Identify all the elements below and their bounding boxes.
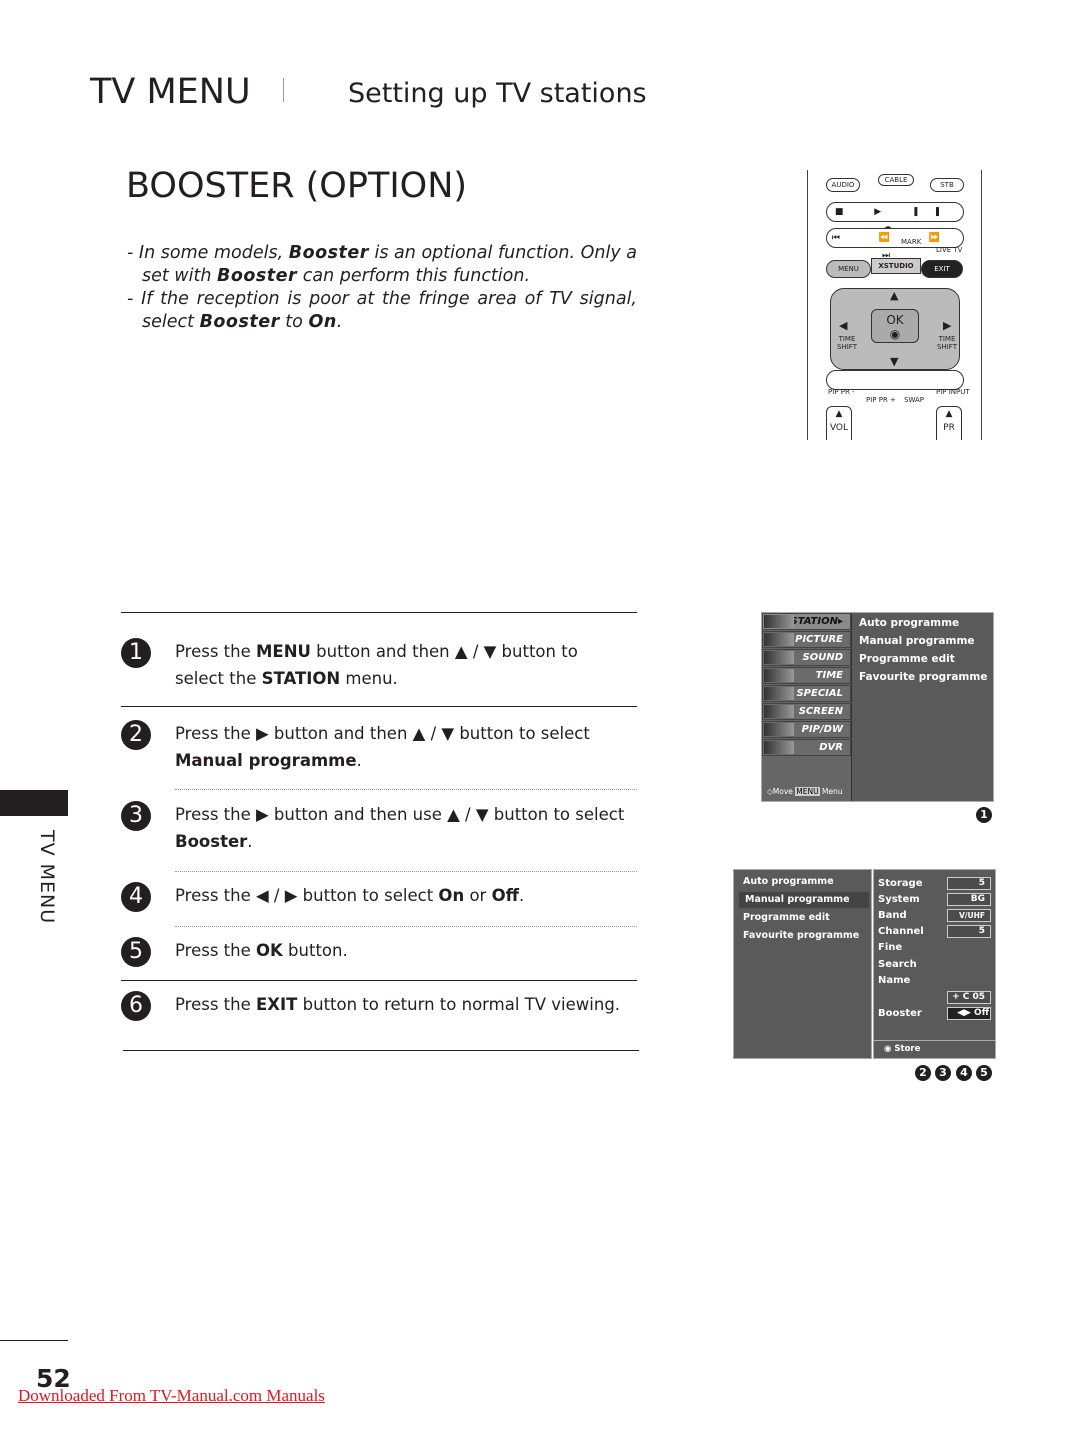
divider [123, 1050, 639, 1051]
menu-item-station: STATION▸ [762, 613, 851, 630]
stb-button: STB [930, 178, 964, 192]
channel-label: Channel [878, 926, 924, 937]
swap-label: SWAP [904, 396, 924, 404]
audio-button: AUDIO [826, 178, 860, 192]
submenu-item: Programme edit [743, 912, 830, 923]
left-arrow-icon: ◀ [839, 319, 848, 332]
submenu-item: Favourite programme [743, 930, 860, 941]
skip-buttons: ⏮ ⏪ ⏩ ⏭ [826, 228, 964, 261]
step-number: 6 [121, 991, 151, 1021]
submenu-item: Favourite programme [859, 671, 988, 683]
name-value: + C 05 [947, 991, 991, 1004]
side-tab-label: TV MENU [36, 830, 58, 925]
divider [175, 789, 637, 790]
search-label: Search [878, 959, 917, 970]
xstudio-button: XSTUDIO [871, 258, 921, 274]
playback-buttons: ■ ▶ ❚❚ ● [826, 202, 964, 235]
exit-button: EXIT [921, 260, 963, 278]
menu-item-pipdw: PIP/DW [762, 721, 851, 738]
ok-button: OK ◉ [871, 309, 919, 343]
pr-button: ▲ PR [936, 406, 962, 440]
menu-item-special: SPECIAL [762, 685, 851, 702]
submenu-item-selected: Manual programme [739, 892, 869, 908]
booster-value: ◀▶ Off [947, 1007, 991, 1020]
download-link[interactable]: Downloaded From TV-Manual.com Manuals [18, 1386, 325, 1406]
page-title: BOOSTER (OPTION) [126, 166, 468, 206]
right-arrow-icon: ▶ [943, 319, 952, 332]
station-menu-osd: STATION▸ PICTURE SOUND TIME SPECIAL SCRE… [761, 612, 994, 802]
divider [121, 980, 637, 981]
menu-item-picture: PICTURE [762, 631, 851, 648]
menu-button: MENU [826, 260, 871, 278]
step-3-text: Press the ▶ button and then use ▲ / ▼ bu… [175, 805, 625, 851]
step-2-text: Press the ▶ button and then ▲ / ▼ button… [175, 724, 590, 770]
cable-button: CABLE [878, 174, 914, 186]
step-marker: 5 [976, 1065, 992, 1081]
notes-list: - In some models, Booster is an optional… [127, 242, 637, 334]
menu-item-time: TIME [762, 667, 851, 684]
pip-buttons [826, 370, 964, 390]
menu-item-screen: SCREEN [762, 703, 851, 720]
step-number: 2 [121, 720, 151, 750]
pip-input-label: PIP INPUT [936, 388, 970, 396]
band-value: V/UHF [947, 909, 991, 922]
step-4-text: Press the ◀ / ▶ button to select On or O… [175, 886, 525, 905]
submenu-item: Auto programme [859, 617, 960, 629]
step-number: 4 [121, 882, 151, 912]
step-marker: 2 [915, 1065, 931, 1081]
booster-label: Booster [878, 1008, 922, 1019]
step-5-text: Press the OK button. [175, 941, 348, 960]
name-label: Name [878, 975, 911, 986]
station-submenu-osd: Auto programme Manual programme Programm… [733, 869, 872, 1059]
time-shift-right-label: TIME SHIFT [937, 335, 957, 351]
fine-label: Fine [878, 942, 903, 953]
live-tv-label: LIVE TV [936, 246, 963, 254]
pip-pr-minus-label: PIP PR - [828, 388, 855, 396]
pip-pr-plus-label: PIP PR + [866, 396, 896, 404]
manual-programme-osd: Storage 5 System BG Band V/UHF Channel 5… [873, 869, 996, 1059]
navigation-pad: ▲ ▼ ◀ ▶ TIME SHIFT TIME SHIFT OK ◉ [830, 288, 960, 370]
footer-line [0, 1340, 68, 1341]
section-title: TV MENU [90, 72, 251, 112]
divider [121, 612, 637, 613]
osd-footer: ◇Move MENU Menu [767, 787, 843, 796]
channel-value: 5 [947, 925, 991, 938]
side-tab-bar [0, 790, 68, 816]
page-subtitle: Setting up TV stations [348, 78, 647, 109]
note-item: - If the reception is poor at the fringe… [127, 289, 637, 332]
storage-value: 5 [947, 877, 991, 890]
vol-button: ▲ VOL [826, 406, 852, 440]
step-number: 1 [121, 638, 151, 668]
band-label: Band [878, 910, 907, 921]
header-divider [283, 78, 284, 102]
menu-item-sound: SOUND [762, 649, 851, 666]
submenu-item: Auto programme [743, 876, 834, 887]
step-marker: 1 [976, 807, 992, 823]
submenu-item: Programme edit [859, 653, 955, 665]
store-hint: ◉ Store [874, 1040, 995, 1054]
up-arrow-icon: ▲ [890, 289, 899, 302]
down-arrow-icon: ▼ [890, 355, 899, 368]
note-item: - In some models, Booster is an optional… [127, 243, 637, 286]
divider [121, 706, 637, 707]
submenu-item: Manual programme [859, 635, 975, 647]
remote-control-illustration: AUDIO CABLE STB ■ ▶ ❚❚ ● ⏮ ⏪ ⏩ ⏭ MARK LI… [807, 170, 982, 440]
step-marker: 3 [935, 1065, 951, 1081]
step-number: 5 [121, 937, 151, 967]
step-number: 3 [121, 801, 151, 831]
step-1-text: Press the MENU button and then ▲ / ▼ but… [175, 642, 578, 688]
divider [175, 926, 637, 927]
divider [175, 871, 637, 872]
time-shift-left-label: TIME SHIFT [837, 335, 857, 351]
menu-item-dvr: DVR [762, 739, 851, 756]
system-label: System [878, 894, 920, 905]
storage-label: Storage [878, 878, 923, 889]
mark-label: MARK [901, 238, 922, 246]
system-value: BG [947, 893, 991, 906]
step-marker: 4 [956, 1065, 972, 1081]
step-6-text: Press the EXIT button to return to norma… [175, 995, 621, 1014]
